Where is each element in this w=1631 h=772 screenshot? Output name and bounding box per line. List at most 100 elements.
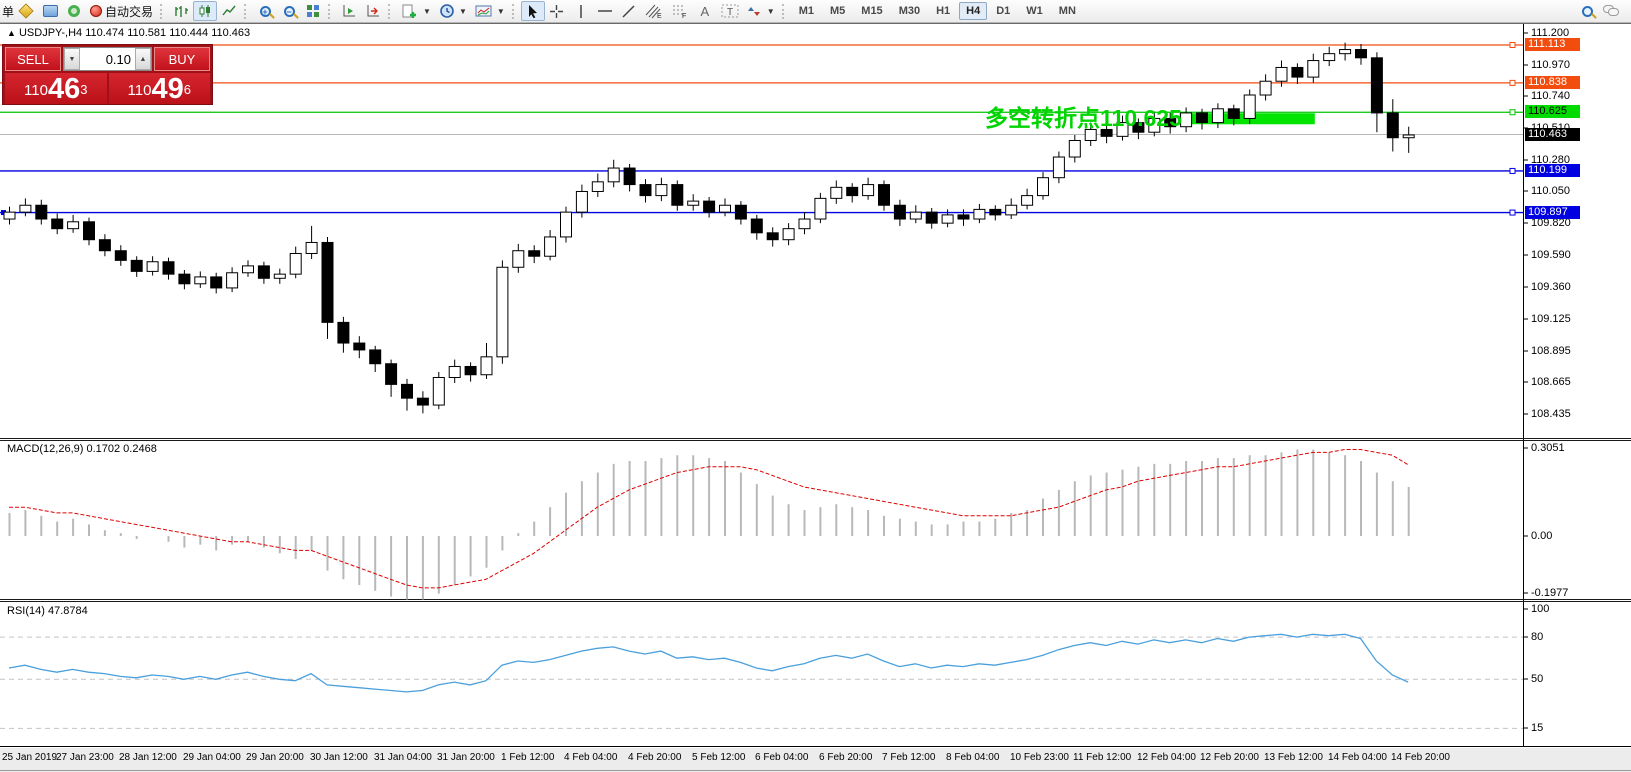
fibonacci-tool-button[interactable]: F (667, 1, 693, 21)
line-chart-mode-button[interactable] (217, 1, 241, 21)
auto-scroll-button[interactable] (337, 1, 361, 21)
candlestick-mode-button[interactable] (193, 1, 217, 21)
toolbar-grip (328, 4, 332, 19)
trendline-icon (621, 4, 636, 19)
time-axis-label: 4 Feb 20:00 (628, 752, 681, 763)
time-axis-label: 27 Jan 23:00 (56, 752, 114, 763)
time-axis-label: 8 Feb 04:00 (946, 752, 999, 763)
timeframe-mn-button[interactable]: MN (1052, 2, 1083, 20)
bar-chart-icon (173, 3, 189, 19)
level-price-badge: 111.113 (1525, 38, 1580, 51)
zoom-out-icon: − (284, 6, 295, 17)
timeframe-d1-button[interactable]: D1 (989, 2, 1017, 20)
periods-button[interactable]: ▼ (435, 1, 471, 21)
toolbar-grip (244, 4, 248, 19)
tile-windows-button[interactable] (301, 1, 325, 21)
time-axis-label: 6 Feb 20:00 (819, 752, 872, 763)
vertical-line-tool-button[interactable] (569, 1, 593, 21)
metaeditor-button[interactable] (38, 1, 62, 21)
cursor-icon (526, 4, 540, 19)
autotrading-button[interactable]: 自动交易 (86, 1, 157, 21)
toolbar-grip (782, 4, 786, 19)
search-button[interactable] (1575, 1, 1599, 21)
clock-icon (439, 3, 455, 19)
vertical-line-icon (575, 4, 587, 19)
timeframe-m15-button[interactable]: M15 (854, 2, 889, 20)
buy-price-prefix: 110 (128, 79, 152, 103)
axis-tick-label: 0.3051 (1531, 442, 1565, 454)
axis-tick-label: 109.590 (1531, 249, 1571, 261)
toolbar-grip (512, 4, 516, 19)
chat-button[interactable] (1599, 1, 1623, 21)
timeframe-w1-button[interactable]: W1 (1019, 2, 1050, 20)
horizontal-line-tool-button[interactable] (593, 1, 617, 21)
toolbar-grip (160, 4, 164, 19)
zoom-out-button[interactable]: − (277, 1, 301, 21)
sell-price-main: 46 (48, 75, 80, 103)
chart-shift-button[interactable] (361, 1, 385, 21)
crosshair-icon (549, 4, 564, 19)
time-axis-label: 10 Feb 23:00 (1010, 752, 1069, 763)
cursor-tool-button[interactable] (521, 1, 545, 21)
timeframe-h1-button[interactable]: H1 (929, 2, 957, 20)
text-label-icon: T (721, 3, 739, 19)
tile-windows-icon (305, 3, 321, 19)
sell-button[interactable]: SELL (5, 47, 61, 71)
new-order-button[interactable] (14, 1, 38, 21)
time-axis-label: 31 Jan 20:00 (437, 752, 495, 763)
buy-price-pip: 6 (184, 73, 191, 107)
level-price-badge: 110.199 (1525, 164, 1580, 177)
equidistant-channel-tool-button[interactable]: E (641, 1, 667, 21)
equidistant-channel-icon: E (645, 3, 663, 19)
text-label-tool-button[interactable]: T (717, 1, 743, 21)
time-axis-label: 5 Feb 12:00 (692, 752, 745, 763)
collapse-marker-icon[interactable]: ▲ (7, 28, 16, 38)
text-tool-button[interactable]: A (693, 1, 717, 21)
line-chart-icon (221, 3, 237, 19)
axis-tick-label: -0.1977 (1531, 587, 1568, 599)
templates-button[interactable]: ▼ (471, 1, 509, 21)
current-price-badge: 110.463 (1525, 128, 1580, 141)
buy-price-main: 49 (151, 75, 183, 103)
timeframe-m30-button[interactable]: M30 (892, 2, 927, 20)
buy-button[interactable]: BUY (154, 47, 210, 71)
time-axis-label: 12 Feb 20:00 (1200, 752, 1259, 763)
metaeditor-icon (43, 5, 58, 17)
search-icon (1582, 6, 1593, 17)
crosshair-tool-button[interactable] (545, 1, 569, 21)
zoom-in-button[interactable]: + (253, 1, 277, 21)
lot-down-button[interactable]: ▼ (64, 48, 80, 70)
chat-icon (1603, 5, 1619, 17)
level-price-badge: 109.897 (1525, 206, 1580, 219)
time-axis-label: 30 Jan 12:00 (310, 752, 368, 763)
time-axis-label: 14 Feb 20:00 (1391, 752, 1450, 763)
axis-tick-label: 108.435 (1531, 408, 1571, 420)
chart-canvas[interactable] (0, 0, 1631, 772)
auto-scroll-icon (341, 3, 357, 19)
trendline-tool-button[interactable] (617, 1, 641, 21)
pivot-annotation: 多空转折点110.625 (985, 99, 1182, 133)
lot-up-button[interactable]: ▲ (135, 48, 151, 70)
time-axis-label: 7 Feb 12:00 (882, 752, 935, 763)
sell-price-pip: 3 (80, 73, 87, 107)
fibonacci-icon: F (671, 3, 689, 19)
timeframe-h4-button[interactable]: H4 (959, 2, 987, 20)
time-axis-label: 29 Jan 04:00 (183, 752, 241, 763)
one-click-trading-panel: SELL ▼ ▲ BUY 110463 110496 (2, 44, 213, 105)
sell-price[interactable]: 110463 (5, 73, 107, 104)
orders-menu-label[interactable]: 单 (2, 3, 14, 20)
new-chart-button[interactable]: ▼ (397, 1, 435, 21)
bar-chart-mode-button[interactable] (169, 1, 193, 21)
arrows-icon (747, 4, 763, 19)
time-axis-label: 13 Feb 12:00 (1264, 752, 1323, 763)
lot-size-input[interactable] (80, 48, 135, 70)
signals-button[interactable] (62, 1, 86, 21)
axis-tick-label: 110.970 (1531, 59, 1570, 71)
arrows-tool-button[interactable]: ▼ (743, 1, 779, 21)
time-axis-label: 28 Jan 12:00 (119, 752, 177, 763)
buy-price[interactable]: 110496 (109, 73, 211, 104)
timeframe-m1-button[interactable]: M1 (792, 2, 821, 20)
time-axis-label: 31 Jan 04:00 (374, 752, 432, 763)
timeframe-m5-button[interactable]: M5 (823, 2, 852, 20)
chevron-down-icon: ▼ (767, 7, 775, 16)
